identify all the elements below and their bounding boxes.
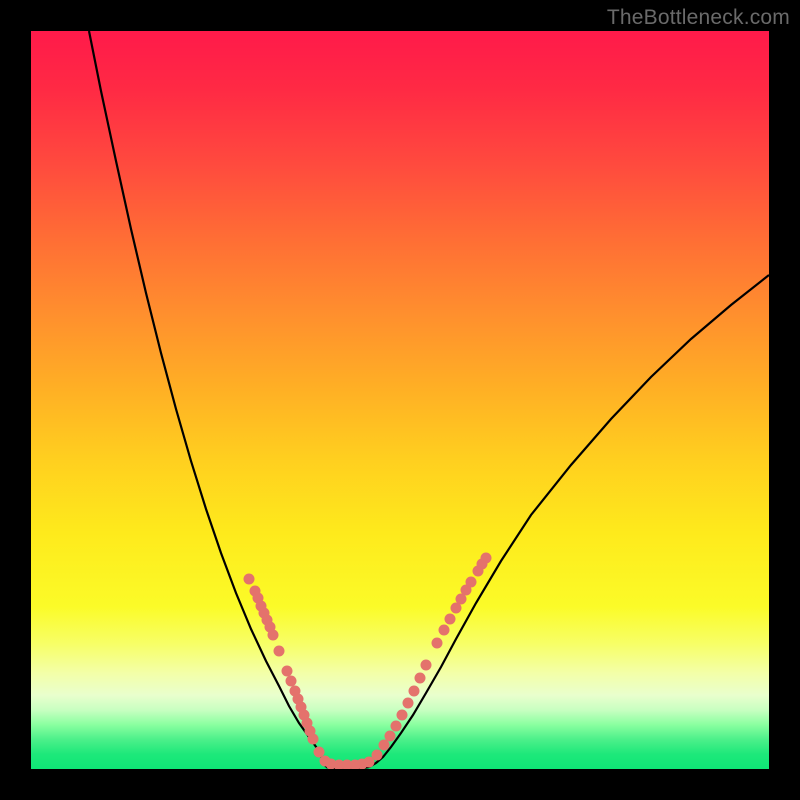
highlight-dot (421, 660, 432, 671)
highlight-dot (445, 614, 456, 625)
plot-area (31, 31, 769, 769)
highlight-dot (397, 710, 408, 721)
highlight-dot (415, 673, 426, 684)
highlight-dot (409, 686, 420, 697)
highlight-dot (268, 630, 279, 641)
highlight-dot (439, 625, 450, 636)
chart-svg (31, 31, 769, 769)
highlight-dot (391, 721, 402, 732)
highlight-dot (466, 577, 477, 588)
highlight-dot (282, 666, 293, 677)
highlight-dot (481, 553, 492, 564)
curve-layer (89, 31, 769, 769)
highlight-dot (432, 638, 443, 649)
highlight-dot (403, 698, 414, 709)
highlight-dot (314, 747, 325, 758)
highlight-dot (372, 750, 383, 761)
curve-left-curve (89, 31, 326, 767)
highlight-dot (274, 646, 285, 657)
chart-frame: TheBottleneck.com (0, 0, 800, 800)
marker-layer (244, 553, 492, 770)
highlight-dot (379, 740, 390, 751)
highlight-dot (244, 574, 255, 585)
watermark-text: TheBottleneck.com (607, 6, 790, 30)
highlight-dot (385, 731, 396, 742)
highlight-dot (286, 676, 297, 687)
curve-right-curve (369, 275, 769, 767)
highlight-dot (308, 734, 319, 745)
